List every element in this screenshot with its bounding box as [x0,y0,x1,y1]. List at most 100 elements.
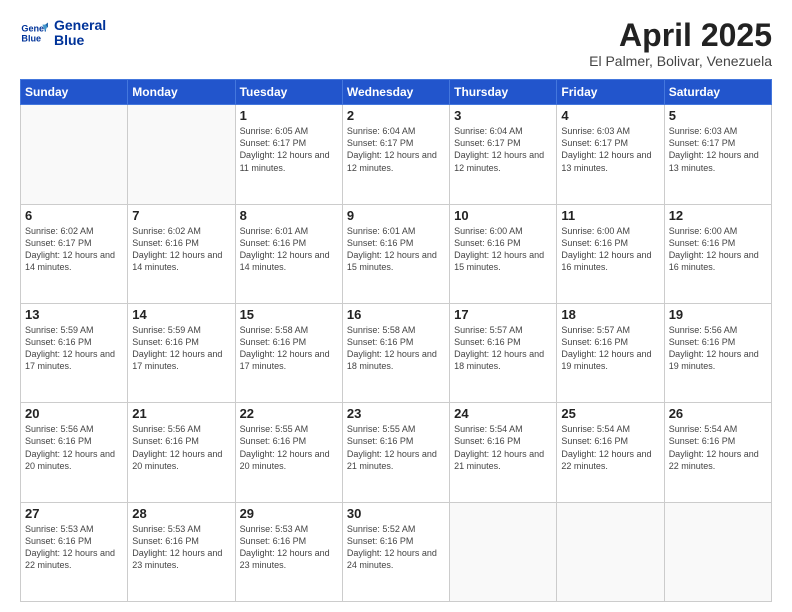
calendar-day-header: Wednesday [342,80,449,105]
day-number: 15 [240,307,338,322]
calendar-day-header: Sunday [21,80,128,105]
calendar-cell: 23Sunrise: 5:55 AMSunset: 6:16 PMDayligh… [342,403,449,502]
day-info: Sunrise: 6:04 AMSunset: 6:17 PMDaylight:… [347,125,445,174]
calendar-cell: 6 Sunrise: 6:02 AMSunset: 6:17 PMDaylight… [21,204,128,303]
day-info: Sunrise: 6:00 AMSunset: 6:16 PMDaylight:… [669,225,767,274]
day-info: Sunrise: 5:58 AMSunset: 6:16 PMDaylight:… [240,324,338,373]
calendar-cell: 5 Sunrise: 6:03 AMSunset: 6:17 PMDaylight… [664,105,771,204]
calendar-day-header: Saturday [664,80,771,105]
calendar-table: SundayMondayTuesdayWednesdayThursdayFrid… [20,79,772,602]
day-info: Sunrise: 6:02 AMSunset: 6:16 PMDaylight:… [132,225,230,274]
day-info: Sunrise: 5:56 AMSunset: 6:16 PMDaylight:… [132,423,230,472]
calendar-cell: 15 Sunrise: 5:58 AMSunset: 6:16 PMDayligh… [235,303,342,402]
day-number: 14 [132,307,230,322]
day-info: Sunrise: 5:56 AMSunset: 6:16 PMDaylight:… [25,423,123,472]
calendar-cell: 27 Sunrise: 5:53 AMSunset: 6:16 PMDayligh… [21,502,128,601]
logo-blue: Blue [54,33,106,48]
day-info: Sunrise: 6:00 AMSunset: 6:16 PMDaylight:… [454,225,552,274]
calendar-cell: 26 Sunrise: 5:54 AMSunset: 6:16 PMDayligh… [664,403,771,502]
day-info: Sunrise: 5:56 AMSunset: 6:16 PMDaylight:… [669,324,767,373]
calendar-cell: 28 Sunrise: 5:53 AMSunset: 6:16 PMDayligh… [128,502,235,601]
day-info: Sunrise: 5:54 AMSunset: 6:16 PMDaylight:… [454,423,552,472]
day-number: 18 [561,307,659,322]
day-info: Sunrise: 5:52 AMSunset: 6:16 PMDaylight:… [347,523,445,572]
day-number: 11 [561,208,659,223]
day-info: Sunrise: 5:55 AMSunset: 6:16 PMDaylight:… [240,423,338,472]
day-info: Sunrise: 5:53 AMSunset: 6:16 PMDaylight:… [132,523,230,572]
calendar-cell: 22Sunrise: 5:55 AMSunset: 6:16 PMDayligh… [235,403,342,502]
location: El Palmer, Bolivar, Venezuela [589,53,772,69]
calendar-cell: 4 Sunrise: 6:03 AMSunset: 6:17 PMDaylight… [557,105,664,204]
calendar-cell [21,105,128,204]
calendar-day-header: Friday [557,80,664,105]
day-number: 8 [240,208,338,223]
calendar-cell: 16 Sunrise: 5:58 AMSunset: 6:16 PMDayligh… [342,303,449,402]
day-number: 1 [240,108,338,123]
day-info: Sunrise: 5:54 AMSunset: 6:16 PMDaylight:… [669,423,767,472]
day-info: Sunrise: 6:03 AMSunset: 6:17 PMDaylight:… [561,125,659,174]
day-number: 3 [454,108,552,123]
logo: General Blue General Blue [20,18,106,49]
day-info: Sunrise: 6:04 AMSunset: 6:17 PMDaylight:… [454,125,552,174]
calendar-cell: 17 Sunrise: 5:57 AMSunset: 6:16 PMDayligh… [450,303,557,402]
day-info: Sunrise: 5:57 AMSunset: 6:16 PMDaylight:… [561,324,659,373]
calendar-cell: 29 Sunrise: 5:53 AMSunset: 6:16 PMDayligh… [235,502,342,601]
day-info: Sunrise: 6:00 AMSunset: 6:16 PMDaylight:… [561,225,659,274]
day-info: Sunrise: 5:53 AMSunset: 6:16 PMDaylight:… [25,523,123,572]
day-info: Sunrise: 6:02 AMSunset: 6:17 PMDaylight:… [25,225,123,274]
day-info: Sunrise: 5:57 AMSunset: 6:16 PMDaylight:… [454,324,552,373]
calendar-cell: 11 Sunrise: 6:00 AMSunset: 6:16 PMDayligh… [557,204,664,303]
day-number: 17 [454,307,552,322]
day-info: Sunrise: 5:59 AMSunset: 6:16 PMDaylight:… [132,324,230,373]
day-number: 19 [669,307,767,322]
day-number: 6 [25,208,123,223]
day-number: 26 [669,406,767,421]
logo-general: General [54,18,106,33]
header: General Blue General Blue April 2025 El … [20,18,772,69]
calendar-cell: 20 Sunrise: 5:56 AMSunset: 6:16 PMDayligh… [21,403,128,502]
day-number: 20 [25,406,123,421]
calendar-cell [557,502,664,601]
calendar-day-header: Monday [128,80,235,105]
calendar-week-row: 27 Sunrise: 5:53 AMSunset: 6:16 PMDayligh… [21,502,772,601]
day-info: Sunrise: 5:53 AMSunset: 6:16 PMDaylight:… [240,523,338,572]
day-number: 21 [132,406,230,421]
day-number: 5 [669,108,767,123]
calendar-cell: 1Sunrise: 6:05 AMSunset: 6:17 PMDaylight… [235,105,342,204]
day-info: Sunrise: 6:03 AMSunset: 6:17 PMDaylight:… [669,125,767,174]
day-number: 13 [25,307,123,322]
day-number: 27 [25,506,123,521]
day-info: Sunrise: 5:58 AMSunset: 6:16 PMDaylight:… [347,324,445,373]
calendar-cell: 7 Sunrise: 6:02 AMSunset: 6:16 PMDaylight… [128,204,235,303]
day-number: 24 [454,406,552,421]
calendar-week-row: 1Sunrise: 6:05 AMSunset: 6:17 PMDaylight… [21,105,772,204]
calendar-cell [450,502,557,601]
day-info: Sunrise: 6:01 AMSunset: 6:16 PMDaylight:… [347,225,445,274]
day-number: 10 [454,208,552,223]
day-info: Sunrise: 5:55 AMSunset: 6:16 PMDaylight:… [347,423,445,472]
day-number: 9 [347,208,445,223]
calendar-cell: 10 Sunrise: 6:00 AMSunset: 6:16 PMDayligh… [450,204,557,303]
day-number: 16 [347,307,445,322]
calendar-header-row: SundayMondayTuesdayWednesdayThursdayFrid… [21,80,772,105]
day-number: 29 [240,506,338,521]
day-number: 7 [132,208,230,223]
day-number: 2 [347,108,445,123]
calendar-cell: 2 Sunrise: 6:04 AMSunset: 6:17 PMDaylight… [342,105,449,204]
day-number: 12 [669,208,767,223]
calendar-day-header: Thursday [450,80,557,105]
day-number: 4 [561,108,659,123]
calendar-cell: 13 Sunrise: 5:59 AMSunset: 6:16 PMDayligh… [21,303,128,402]
calendar-cell: 12 Sunrise: 6:00 AMSunset: 6:16 PMDayligh… [664,204,771,303]
page: General Blue General Blue April 2025 El … [0,0,792,612]
day-info: Sunrise: 5:59 AMSunset: 6:16 PMDaylight:… [25,324,123,373]
day-number: 30 [347,506,445,521]
calendar-cell [664,502,771,601]
calendar-cell: 14 Sunrise: 5:59 AMSunset: 6:16 PMDayligh… [128,303,235,402]
calendar-cell: 21 Sunrise: 5:56 AMSunset: 6:16 PMDayligh… [128,403,235,502]
calendar-cell: 18 Sunrise: 5:57 AMSunset: 6:16 PMDayligh… [557,303,664,402]
logo-icon: General Blue [20,19,48,47]
day-number: 28 [132,506,230,521]
calendar-cell: 24 Sunrise: 5:54 AMSunset: 6:16 PMDayligh… [450,403,557,502]
calendar-cell: 19 Sunrise: 5:56 AMSunset: 6:16 PMDayligh… [664,303,771,402]
